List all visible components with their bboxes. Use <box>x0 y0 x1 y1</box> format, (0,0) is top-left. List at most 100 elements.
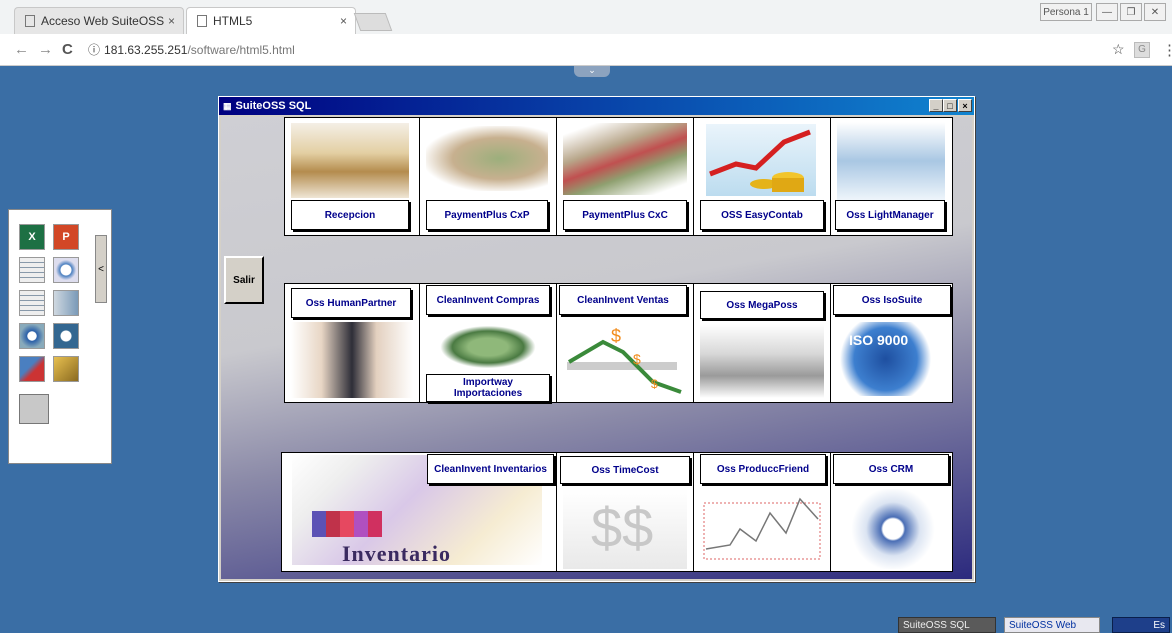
reload-icon[interactable]: C <box>62 41 73 58</box>
module-isosuite[interactable]: Oss IsoSuite ISO 9000 <box>830 283 953 403</box>
humanpartner-label[interactable]: Oss HumanPartner <box>291 288 411 318</box>
importway-label[interactable]: Importway Importaciones <box>426 374 550 402</box>
pgadmin-icon[interactable] <box>53 323 79 349</box>
powerpoint-icon[interactable]: P <box>53 224 79 250</box>
timecost-label[interactable]: Oss TimeCost <box>560 456 690 484</box>
extension-icon[interactable]: G <box>1134 42 1150 58</box>
blank-icon[interactable] <box>19 394 49 424</box>
sales-chart-icon: $ $ $ <box>567 326 682 394</box>
star-icon[interactable]: ☆ <box>1112 41 1125 58</box>
lightmanager-label[interactable]: Oss LightManager <box>835 200 945 230</box>
server-icon[interactable] <box>53 290 79 316</box>
maximize-app-button[interactable]: □ <box>943 99 957 112</box>
tab-label: Acceso Web SuiteOSS <box>41 14 165 28</box>
ventas-label[interactable]: CleanInvent Ventas <box>559 285 687 315</box>
back-icon[interactable]: ← <box>14 41 29 58</box>
tab-html5[interactable]: HTML5 × <box>186 7 356 34</box>
cash-register-image <box>700 324 824 398</box>
module-paymentplus-cxc[interactable]: PaymentPlus CxC <box>556 117 694 236</box>
svg-text:$: $ <box>651 377 658 391</box>
cash-stack-image <box>432 322 544 372</box>
pulldown-handle-icon[interactable]: ⌄ <box>574 66 610 77</box>
recepcion-label[interactable]: Recepcion <box>291 200 409 230</box>
tool-icon[interactable] <box>19 356 45 382</box>
paymentplus-cxc-label[interactable]: PaymentPlus CxC <box>563 200 687 230</box>
close-window-button[interactable]: ✕ <box>1144 3 1166 21</box>
svg-text:$: $ <box>633 351 641 367</box>
browser-tab-bar: Acceso Web SuiteOSS × HTML5 × Persona 1 … <box>0 0 1172 34</box>
module-easycontab[interactable]: OSS EasyContab <box>693 117 831 236</box>
close-tab-icon[interactable]: × <box>340 14 347 28</box>
compras-label[interactable]: CleanInvent Compras <box>426 285 550 315</box>
maximize-button[interactable]: ❐ <box>1120 3 1142 21</box>
money-hand-image <box>426 126 548 191</box>
suiteoss-window: ▦ SuiteOSS SQL _ □ × Salir Recepcion Pay… <box>218 96 975 582</box>
profile-button[interactable]: Persona 1 <box>1040 3 1092 21</box>
taskbar-suiteoss-web[interactable]: SuiteOSS Web <box>1004 617 1100 633</box>
suiteoss-grid-icon[interactable] <box>19 257 45 283</box>
page-icon <box>197 15 207 27</box>
suiteoss-grid2-icon[interactable] <box>19 290 45 316</box>
module-megaposs[interactable]: Oss MegaPoss <box>693 283 831 403</box>
iso-globe-image: ISO 9000 <box>837 322 945 396</box>
address-bar-row: ← → C ⓘ 181.63.255.251/software/html5.ht… <box>0 34 1172 66</box>
easycontab-label[interactable]: OSS EasyContab <box>700 200 824 230</box>
reception-image <box>291 123 409 198</box>
launcher-panel: X P < <box>8 209 112 464</box>
app-client-area: Salir Recepcion PaymentPlus CxP PaymentP… <box>221 117 972 579</box>
lights-people-image <box>837 122 945 200</box>
dollar-image: $$ <box>563 489 687 569</box>
sales-chart-image: $ $ $ <box>563 322 687 400</box>
iso-text: ISO 9000 <box>849 332 909 348</box>
inventarios-label[interactable]: CleanInvent Inventarios <box>427 454 554 484</box>
module-cleaninvent-compras[interactable]: CleanInvent Compras Importway Importacio… <box>419 283 557 403</box>
salir-button[interactable]: Salir <box>224 256 264 304</box>
dollar-icon: $$ <box>591 496 654 559</box>
app-icon: ▦ <box>223 100 232 111</box>
module-paymentplus-cxp[interactable]: PaymentPlus CxP <box>419 117 557 236</box>
producfriend-label[interactable]: Oss ProduccFriend <box>700 454 826 484</box>
folder-icon[interactable] <box>53 356 79 382</box>
minimize-button[interactable]: — <box>1096 3 1118 21</box>
module-cleaninvent-ventas[interactable]: CleanInvent Ventas $ $ $ <box>556 283 694 403</box>
crm-diagram-image <box>839 489 947 569</box>
bar-chart-icon <box>312 511 382 537</box>
collapse-panel-button[interactable]: < <box>95 235 107 303</box>
module-recepcion[interactable]: Recepcion <box>284 117 420 236</box>
growth-chart-image <box>706 124 816 196</box>
thunderbird-icon[interactable] <box>19 323 45 349</box>
url-path: /software/html5.html <box>187 42 295 57</box>
close-tab-icon[interactable]: × <box>168 14 175 28</box>
tab-acceso-web[interactable]: Acceso Web SuiteOSS × <box>14 7 184 34</box>
paymentplus-cxp-label[interactable]: PaymentPlus CxP <box>426 200 548 230</box>
url-host: 181.63.255.251 <box>104 42 188 57</box>
isosuite-label[interactable]: Oss IsoSuite <box>833 285 951 315</box>
taskbar-suiteoss-sql[interactable]: SuiteOSS SQL <box>898 617 996 633</box>
module-cleaninvent-inventarios[interactable]: Inventario CleanInvent Inventarios <box>281 452 557 572</box>
minimize-app-button[interactable]: _ <box>929 99 943 112</box>
inventario-text: Inventario <box>342 541 451 565</box>
close-app-button[interactable]: × <box>958 99 972 112</box>
module-producfriend[interactable]: Oss ProduccFriend <box>693 452 831 572</box>
module-lightmanager[interactable]: Oss LightManager <box>830 117 953 236</box>
production-chart-icon <box>703 497 821 560</box>
tray-language[interactable]: Es <box>1112 617 1170 633</box>
module-timecost[interactable]: Oss TimeCost $$ <box>556 452 694 572</box>
megaposs-label[interactable]: Oss MegaPoss <box>700 291 824 319</box>
clock-icon[interactable] <box>53 257 79 283</box>
crm-label[interactable]: Oss CRM <box>833 454 949 484</box>
module-crm[interactable]: Oss CRM <box>830 452 953 572</box>
svg-text:$: $ <box>611 326 621 346</box>
module-humanpartner[interactable]: Oss HumanPartner <box>284 283 420 403</box>
menu-icon[interactable]: ⋮ <box>1162 41 1172 59</box>
growth-chart-icon <box>709 129 811 192</box>
url-field[interactable]: ⓘ 181.63.255.251/software/html5.html <box>88 38 1163 61</box>
excel-icon[interactable]: X <box>19 224 45 250</box>
tab-label: HTML5 <box>213 14 253 28</box>
info-icon[interactable]: ⓘ <box>88 41 100 58</box>
banknotes-image <box>563 123 687 195</box>
window-title: SuiteOSS SQL <box>235 100 312 112</box>
window-titlebar: ▦ SuiteOSS SQL _ □ × <box>219 97 974 115</box>
forward-icon[interactable]: → <box>38 41 53 58</box>
new-tab-button[interactable] <box>353 13 393 31</box>
